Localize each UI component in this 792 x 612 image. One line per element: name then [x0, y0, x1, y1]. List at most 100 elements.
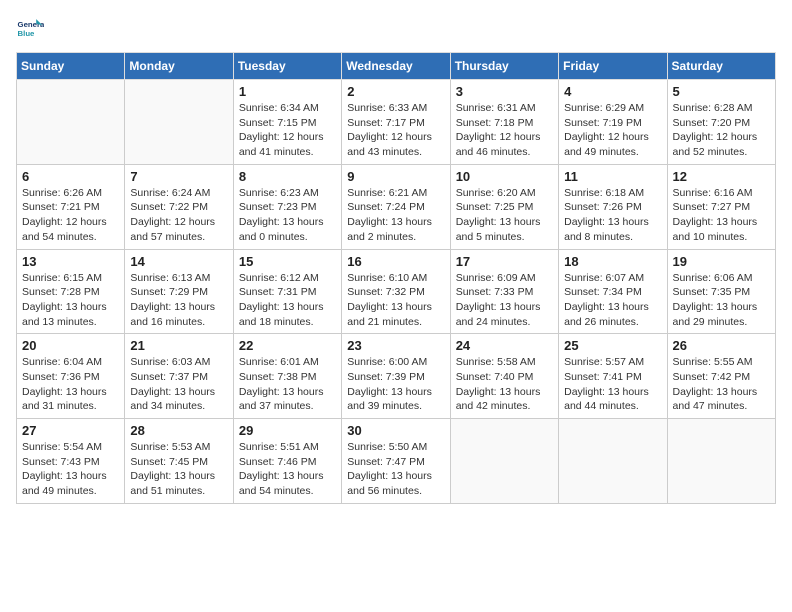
day-number: 3 [456, 84, 553, 99]
day-number: 11 [564, 169, 661, 184]
calendar-cell: 8Sunrise: 6:23 AM Sunset: 7:23 PM Daylig… [233, 164, 341, 249]
day-info: Sunrise: 6:04 AM Sunset: 7:36 PM Dayligh… [22, 355, 119, 414]
day-number: 5 [673, 84, 770, 99]
day-info: Sunrise: 6:09 AM Sunset: 7:33 PM Dayligh… [456, 271, 553, 330]
calendar-cell: 14Sunrise: 6:13 AM Sunset: 7:29 PM Dayli… [125, 249, 233, 334]
day-info: Sunrise: 5:58 AM Sunset: 7:40 PM Dayligh… [456, 355, 553, 414]
calendar-cell: 21Sunrise: 6:03 AM Sunset: 7:37 PM Dayli… [125, 334, 233, 419]
day-header-tuesday: Tuesday [233, 53, 341, 80]
day-number: 18 [564, 254, 661, 269]
day-info: Sunrise: 6:33 AM Sunset: 7:17 PM Dayligh… [347, 101, 444, 160]
day-info: Sunrise: 6:01 AM Sunset: 7:38 PM Dayligh… [239, 355, 336, 414]
day-info: Sunrise: 6:26 AM Sunset: 7:21 PM Dayligh… [22, 186, 119, 245]
calendar-cell: 16 Sunrise: 6:10 AM Sunset: 7:32 PM Dayli… [342, 249, 450, 334]
calendar-cell: 12Sunrise: 6:16 AM Sunset: 7:27 PM Dayli… [667, 164, 775, 249]
day-info: Sunrise: 5:51 AM Sunset: 7:46 PM Dayligh… [239, 440, 336, 499]
calendar-cell: 27 Sunrise: 5:54 AM Sunset: 7:43 PM Dayli… [17, 419, 125, 504]
day-number: 24 [456, 338, 553, 353]
calendar-cell: 30 Sunrise: 5:50 AM Sunset: 7:47 PM Dayli… [342, 419, 450, 504]
day-header-wednesday: Wednesday [342, 53, 450, 80]
day-info: Sunrise: 6:00 AM Sunset: 7:39 PM Dayligh… [347, 355, 444, 414]
calendar-week-row: 20 Sunrise: 6:04 AM Sunset: 7:36 PM Dayli… [17, 334, 776, 419]
day-number: 29 [239, 423, 336, 438]
day-number: 2 [347, 84, 444, 99]
day-info: Sunrise: 6:28 AM Sunset: 7:20 PM Dayligh… [673, 101, 770, 160]
calendar-cell: 24 Sunrise: 5:58 AM Sunset: 7:40 PM Dayli… [450, 334, 558, 419]
day-number: 1 [239, 84, 336, 99]
day-number: 13 [22, 254, 119, 269]
calendar-week-row: 27 Sunrise: 5:54 AM Sunset: 7:43 PM Dayli… [17, 419, 776, 504]
calendar-cell: 10Sunrise: 6:20 AM Sunset: 7:25 PM Dayli… [450, 164, 558, 249]
day-number: 27 [22, 423, 119, 438]
day-info: Sunrise: 6:15 AM Sunset: 7:28 PM Dayligh… [22, 271, 119, 330]
calendar-cell: 13 Sunrise: 6:15 AM Sunset: 7:28 PM Dayli… [17, 249, 125, 334]
logo-icon: General Blue [16, 16, 44, 44]
day-header-saturday: Saturday [667, 53, 775, 80]
calendar-cell: 7 Sunrise: 6:24 AM Sunset: 7:22 PM Daylig… [125, 164, 233, 249]
calendar-cell: 20 Sunrise: 6:04 AM Sunset: 7:36 PM Dayli… [17, 334, 125, 419]
day-info: Sunrise: 5:50 AM Sunset: 7:47 PM Dayligh… [347, 440, 444, 499]
day-number: 15 [239, 254, 336, 269]
day-number: 28 [130, 423, 227, 438]
calendar-cell [450, 419, 558, 504]
calendar-cell: 28 Sunrise: 5:53 AM Sunset: 7:45 PM Dayli… [125, 419, 233, 504]
day-number: 22 [239, 338, 336, 353]
calendar-cell: 2 Sunrise: 6:33 AM Sunset: 7:17 PM Daylig… [342, 80, 450, 165]
day-info: Sunrise: 6:18 AM Sunset: 7:26 PM Dayligh… [564, 186, 661, 245]
day-number: 8 [239, 169, 336, 184]
day-info: Sunrise: 6:12 AM Sunset: 7:31 PM Dayligh… [239, 271, 336, 330]
day-number: 30 [347, 423, 444, 438]
day-number: 12 [673, 169, 770, 184]
day-info: Sunrise: 6:21 AM Sunset: 7:24 PM Dayligh… [347, 186, 444, 245]
day-info: Sunrise: 6:06 AM Sunset: 7:35 PM Dayligh… [673, 271, 770, 330]
day-info: Sunrise: 6:29 AM Sunset: 7:19 PM Dayligh… [564, 101, 661, 160]
calendar-cell [667, 419, 775, 504]
day-number: 20 [22, 338, 119, 353]
calendar-cell: 29 Sunrise: 5:51 AM Sunset: 7:46 PM Dayli… [233, 419, 341, 504]
day-info: Sunrise: 5:57 AM Sunset: 7:41 PM Dayligh… [564, 355, 661, 414]
day-info: Sunrise: 6:07 AM Sunset: 7:34 PM Dayligh… [564, 271, 661, 330]
calendar-cell: 23 Sunrise: 6:00 AM Sunset: 7:39 PM Dayli… [342, 334, 450, 419]
day-info: Sunrise: 6:34 AM Sunset: 7:15 PM Dayligh… [239, 101, 336, 160]
calendar-cell: 11 Sunrise: 6:18 AM Sunset: 7:26 PM Dayli… [559, 164, 667, 249]
svg-text:Blue: Blue [18, 29, 36, 38]
page-header: General Blue [16, 16, 776, 44]
day-info: Sunrise: 6:03 AM Sunset: 7:37 PM Dayligh… [130, 355, 227, 414]
day-info: Sunrise: 6:13 AM Sunset: 7:29 PM Dayligh… [130, 271, 227, 330]
day-number: 23 [347, 338, 444, 353]
day-number: 17 [456, 254, 553, 269]
calendar-cell: 22 Sunrise: 6:01 AM Sunset: 7:38 PM Dayli… [233, 334, 341, 419]
calendar-week-row: 13 Sunrise: 6:15 AM Sunset: 7:28 PM Dayli… [17, 249, 776, 334]
day-number: 16 [347, 254, 444, 269]
calendar-cell: 9 Sunrise: 6:21 AM Sunset: 7:24 PM Daylig… [342, 164, 450, 249]
day-number: 6 [22, 169, 119, 184]
day-info: Sunrise: 6:10 AM Sunset: 7:32 PM Dayligh… [347, 271, 444, 330]
day-header-friday: Friday [559, 53, 667, 80]
day-info: Sunrise: 6:24 AM Sunset: 7:22 PM Dayligh… [130, 186, 227, 245]
calendar-cell [559, 419, 667, 504]
day-number: 9 [347, 169, 444, 184]
day-header-thursday: Thursday [450, 53, 558, 80]
day-number: 7 [130, 169, 227, 184]
day-number: 4 [564, 84, 661, 99]
calendar-header-row: SundayMondayTuesdayWednesdayThursdayFrid… [17, 53, 776, 80]
calendar-cell: 19 Sunrise: 6:06 AM Sunset: 7:35 PM Dayli… [667, 249, 775, 334]
logo: General Blue [16, 16, 48, 44]
day-number: 19 [673, 254, 770, 269]
calendar-cell: 18 Sunrise: 6:07 AM Sunset: 7:34 PM Dayli… [559, 249, 667, 334]
calendar-cell: 6 Sunrise: 6:26 AM Sunset: 7:21 PM Daylig… [17, 164, 125, 249]
calendar-cell: 1 Sunrise: 6:34 AM Sunset: 7:15 PM Daylig… [233, 80, 341, 165]
calendar-cell: 5 Sunrise: 6:28 AM Sunset: 7:20 PM Daylig… [667, 80, 775, 165]
calendar-cell: 25 Sunrise: 5:57 AM Sunset: 7:41 PM Dayli… [559, 334, 667, 419]
day-number: 26 [673, 338, 770, 353]
day-info: Sunrise: 6:20 AM Sunset: 7:25 PM Dayligh… [456, 186, 553, 245]
calendar-cell: 15 Sunrise: 6:12 AM Sunset: 7:31 PM Dayli… [233, 249, 341, 334]
day-info: Sunrise: 5:53 AM Sunset: 7:45 PM Dayligh… [130, 440, 227, 499]
day-header-sunday: Sunday [17, 53, 125, 80]
day-info: Sunrise: 5:54 AM Sunset: 7:43 PM Dayligh… [22, 440, 119, 499]
day-info: Sunrise: 6:31 AM Sunset: 7:18 PM Dayligh… [456, 101, 553, 160]
calendar-cell: 17 Sunrise: 6:09 AM Sunset: 7:33 PM Dayli… [450, 249, 558, 334]
calendar-table: SundayMondayTuesdayWednesdayThursdayFrid… [16, 52, 776, 504]
day-header-monday: Monday [125, 53, 233, 80]
day-number: 25 [564, 338, 661, 353]
